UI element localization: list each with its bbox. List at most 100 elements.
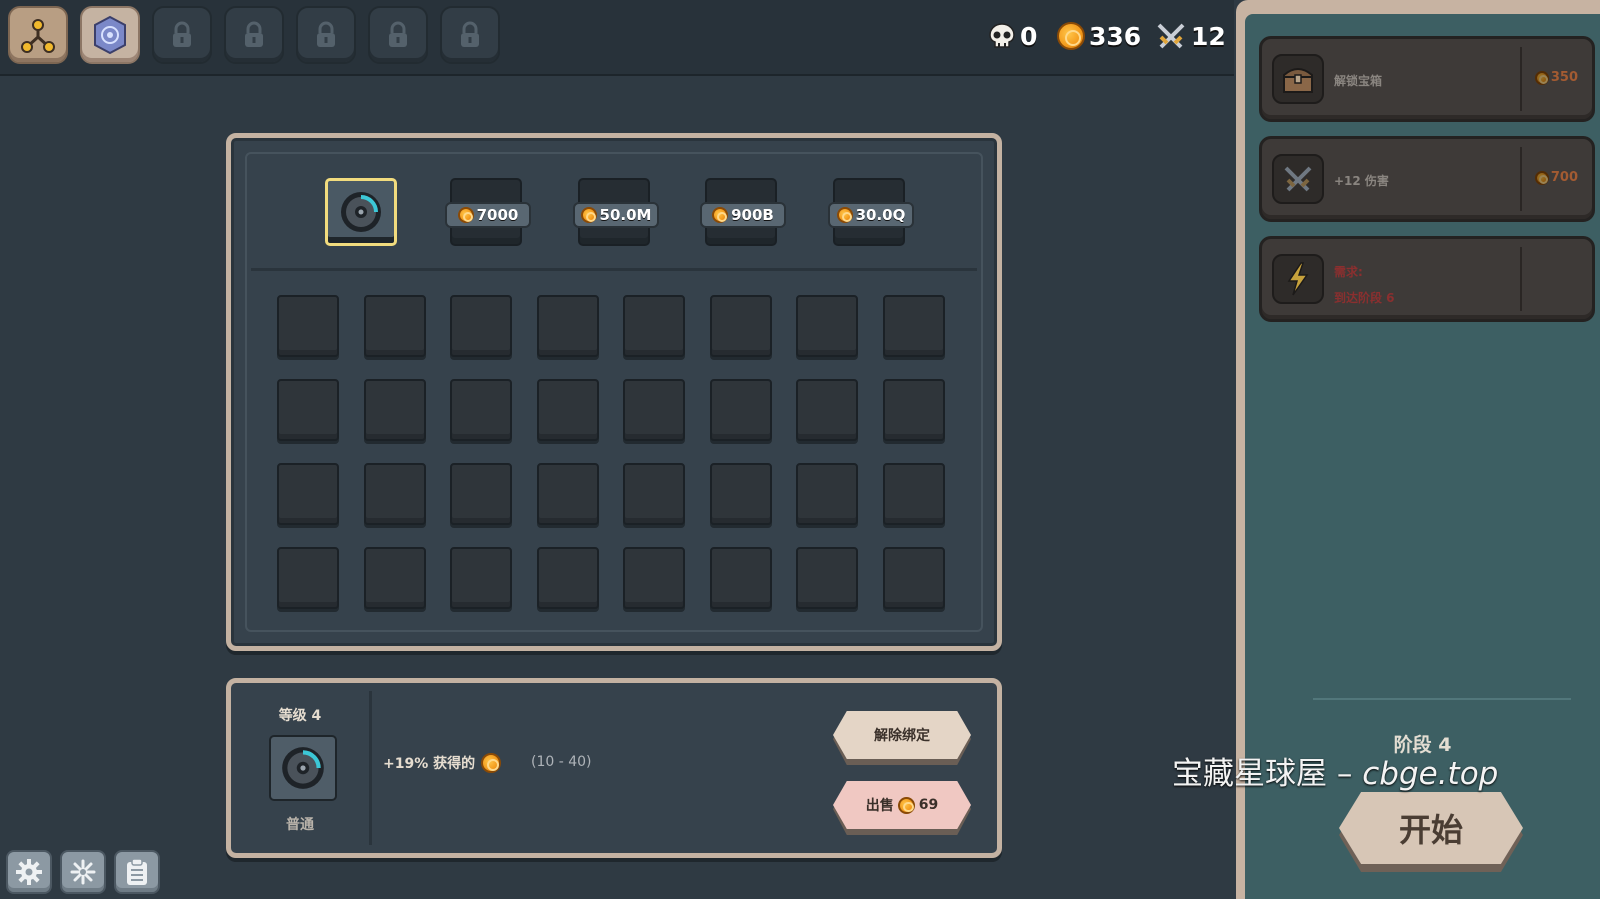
damage-count: 12 bbox=[1191, 21, 1226, 51]
item-effect-range: (10 - 40) bbox=[531, 754, 592, 770]
gear-icon bbox=[16, 859, 42, 885]
tab-locked-6[interactable] bbox=[368, 6, 428, 64]
tab-locked-4[interactable] bbox=[224, 6, 284, 64]
inventory-slot[interactable] bbox=[277, 379, 339, 441]
watermark: 宝藏星球屋 – cbge.top bbox=[1172, 748, 1498, 793]
rune-stone-icon bbox=[94, 15, 126, 55]
inventory-slot[interactable] bbox=[882, 295, 945, 357]
upgrade-label: +12 伤害 bbox=[1334, 174, 1389, 188]
item-preview-slot[interactable] bbox=[269, 735, 337, 801]
inventory-slot[interactable] bbox=[709, 379, 772, 441]
inventory-slot[interactable] bbox=[796, 463, 858, 525]
panel-divider bbox=[251, 268, 977, 271]
page-price-tag: 50.0M bbox=[573, 202, 659, 228]
effects-button[interactable] bbox=[60, 850, 106, 894]
upgrade-icon-box bbox=[1272, 54, 1324, 104]
coin-icon bbox=[580, 207, 597, 223]
upgrade-unlock-chest[interactable]: 解锁宝箱 350 bbox=[1259, 36, 1595, 122]
upgrade-icon-box bbox=[1272, 254, 1324, 304]
upgrade-divider bbox=[1520, 147, 1522, 211]
coin-counter: 336 bbox=[1057, 18, 1141, 54]
item-effect-text: +19% 获得的 bbox=[383, 756, 476, 772]
inventory-slot[interactable] bbox=[882, 379, 945, 441]
inventory-slot[interactable] bbox=[450, 295, 512, 357]
inventory-slot[interactable] bbox=[450, 547, 512, 609]
inventory-slot[interactable] bbox=[536, 379, 599, 441]
crossed-swords-icon bbox=[1157, 23, 1185, 49]
page-price-tag: 900B bbox=[700, 202, 786, 228]
inventory-slot[interactable] bbox=[277, 547, 339, 609]
inventory-slot[interactable] bbox=[882, 463, 945, 525]
sell-button[interactable]: 出售 69 bbox=[833, 781, 971, 829]
inventory-slot[interactable] bbox=[709, 547, 772, 609]
inventory-slot[interactable] bbox=[796, 379, 858, 441]
tab-locked-5[interactable] bbox=[296, 6, 356, 64]
inventory-slot[interactable] bbox=[623, 463, 685, 525]
tab-rune[interactable] bbox=[80, 6, 140, 64]
unbind-button[interactable]: 解除绑定 bbox=[833, 711, 971, 759]
inventory-slot[interactable] bbox=[796, 547, 858, 609]
inventory-page-3[interactable]: 50.0M bbox=[573, 178, 659, 246]
inventory-page-1[interactable] bbox=[325, 178, 397, 246]
inventory-slot[interactable] bbox=[709, 295, 772, 357]
sell-label: 出售 bbox=[865, 798, 894, 814]
log-button[interactable] bbox=[114, 850, 160, 894]
inventory-slot[interactable] bbox=[882, 547, 945, 609]
inventory-page-4[interactable]: 900B bbox=[700, 178, 786, 246]
page-price-tag: 7000 bbox=[445, 202, 531, 228]
item-level: 等级 4 bbox=[278, 708, 322, 724]
coin-count: 336 bbox=[1089, 21, 1142, 51]
inventory-slot[interactable] bbox=[536, 463, 599, 525]
sword-icon bbox=[1284, 166, 1312, 192]
settings-button[interactable] bbox=[6, 850, 52, 894]
inventory-page-5[interactable]: 30.0Q bbox=[828, 178, 914, 246]
page-price: 900B bbox=[731, 206, 774, 224]
coin-icon bbox=[1534, 70, 1549, 85]
tab-locked-7[interactable] bbox=[440, 6, 500, 64]
inventory-slot[interactable] bbox=[363, 463, 426, 525]
skull-icon bbox=[989, 23, 1015, 48]
inventory-slot[interactable] bbox=[363, 547, 426, 609]
inventory-slot[interactable] bbox=[623, 295, 685, 357]
upgrade-cost: 350 bbox=[1534, 70, 1578, 85]
skull-count: 0 bbox=[1020, 21, 1038, 51]
unbind-label: 解除绑定 bbox=[874, 728, 930, 744]
tab-skill-tree[interactable] bbox=[8, 6, 68, 64]
page-price: 30.0Q bbox=[855, 206, 906, 224]
inventory-slot[interactable] bbox=[277, 463, 339, 525]
inventory-slot[interactable] bbox=[623, 379, 685, 441]
inventory-slot[interactable] bbox=[536, 295, 599, 357]
sidebar-divider bbox=[1313, 698, 1571, 700]
upgrade-damage[interactable]: +12 伤害 700 bbox=[1259, 136, 1595, 222]
coin-icon bbox=[481, 753, 502, 773]
start-button[interactable]: 开始 bbox=[1339, 792, 1523, 864]
inventory-slot[interactable] bbox=[623, 547, 685, 609]
watermark-text: 宝藏星球屋 – bbox=[1172, 756, 1363, 792]
inventory-slot[interactable] bbox=[277, 295, 339, 357]
inventory-slot[interactable] bbox=[450, 463, 512, 525]
upgrade-cost: 700 bbox=[1534, 170, 1578, 185]
item-effect: +19% 获得的 bbox=[383, 753, 502, 773]
inventory-slot[interactable] bbox=[796, 295, 858, 357]
inventory-slot[interactable] bbox=[709, 463, 772, 525]
lock-icon bbox=[245, 21, 263, 47]
lock-icon bbox=[173, 21, 191, 47]
inventory-slot[interactable] bbox=[536, 547, 599, 609]
skull-counter: 0 bbox=[988, 18, 1037, 54]
inventory-slot[interactable] bbox=[363, 379, 426, 441]
inventory-slot[interactable] bbox=[363, 295, 426, 357]
coin-icon bbox=[897, 796, 915, 814]
coin-icon bbox=[457, 207, 474, 223]
details-divider bbox=[369, 691, 372, 845]
sell-price: 69 bbox=[918, 797, 939, 813]
tab-locked-3[interactable] bbox=[152, 6, 212, 64]
inventory-page-2[interactable]: 7000 bbox=[445, 178, 531, 246]
inventory-slot[interactable] bbox=[450, 379, 512, 441]
upgrade-locked-requirement[interactable]: 需求: 到达阶段 6 bbox=[1259, 236, 1595, 322]
upgrade-label: 解锁宝箱 bbox=[1334, 74, 1383, 88]
vortex-disc-icon bbox=[341, 192, 381, 232]
nodes-icon bbox=[21, 19, 55, 53]
upgrade-icon-box bbox=[1272, 154, 1324, 204]
lock-icon bbox=[389, 21, 407, 47]
coin-icon bbox=[712, 207, 729, 223]
